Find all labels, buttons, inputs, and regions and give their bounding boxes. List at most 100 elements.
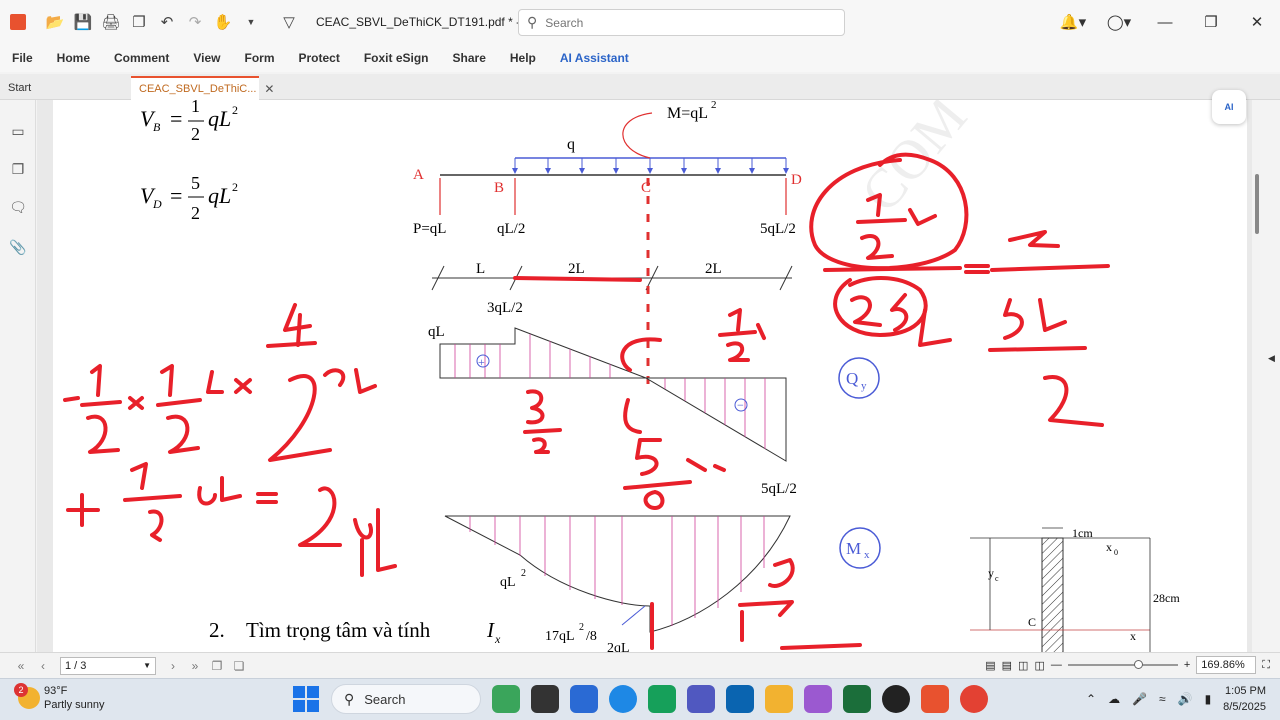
svg-text:2: 2 [191,203,200,223]
onedrive-icon[interactable]: ☁ [1108,692,1120,706]
weather-sun-icon: 2 [14,683,40,709]
chrome-app-icon[interactable] [960,685,988,713]
restore-button[interactable]: ❐ [1188,0,1234,44]
calendar-app-icon[interactable] [648,685,676,713]
menu-home[interactable]: Home [57,51,90,65]
minimize-button[interactable]: — [1142,0,1188,44]
hand-tool-icon[interactable]: ✋ [214,13,233,31]
section-heading: 2. Tìm trọng tâm và tính I x [209,618,501,646]
attachment-icon[interactable]: 📎 [9,238,26,256]
taskbar-search[interactable]: ⚲ Search [331,684,481,714]
save-icon[interactable]: 💾 [74,13,93,31]
zoom-out-icon[interactable]: — [1051,659,1062,671]
tab-document[interactable]: CEAC_SBVL_DeThiC... ✕ [131,76,274,100]
menu-file[interactable]: File [12,51,33,65]
teams-app-icon[interactable] [687,685,715,713]
zoom-in-icon[interactable]: + [1184,659,1190,671]
clock[interactable]: 1:05 PM 8/5/2025 [1223,683,1266,715]
zoom-slider-knob[interactable] [1133,660,1143,669]
outlook-app-icon[interactable] [726,685,754,713]
page-number-field[interactable]: 1 / 3 ▼ [60,656,156,675]
svg-text:2L: 2L [568,261,585,277]
chevron-up-icon[interactable]: ⌃ [1086,692,1096,706]
search-box[interactable]: ⚲ [518,9,845,36]
extract-page-icon[interactable]: ❐ [206,659,228,673]
redo-icon[interactable]: ↷ [186,13,204,31]
undo-icon[interactable]: ↶ [158,13,176,31]
volume-icon[interactable]: 🔊 [1178,692,1193,706]
facing-view-icon[interactable]: ◫ [1018,659,1028,672]
ai-assistant-button[interactable]: AI [1212,90,1246,124]
widgets-app-icon[interactable] [492,685,520,713]
menu-view[interactable]: View [193,51,220,65]
svg-text:=: = [170,183,182,208]
svg-text:qL: qL [208,183,231,208]
task-view-icon[interactable] [531,685,559,713]
menu-help[interactable]: Help [510,51,536,65]
svg-text:2L: 2L [705,261,722,277]
svg-text:COM: COM [850,100,980,224]
menu-share[interactable]: Share [453,51,486,65]
svg-text:qL/2: qL/2 [497,221,525,237]
search-icon: ⚲ [344,690,355,707]
close-tab-icon[interactable]: ✕ [264,82,274,96]
edge-browser-icon[interactable] [609,685,637,713]
next-page-icon[interactable]: › [162,659,184,673]
menu-foxit-esign[interactable]: Foxit eSign [364,51,429,65]
svg-text:M=qL: M=qL [667,105,708,122]
customize-toolbar-icon[interactable]: ▽ [280,13,298,31]
first-page-icon[interactable]: « [10,659,32,673]
svg-text:x: x [864,549,870,561]
svg-text:+: + [478,355,485,369]
menu-form[interactable]: Form [245,51,275,65]
comments-icon[interactable]: 🗨 [9,198,27,216]
open-folder-icon[interactable]: 📂 [46,13,65,31]
scrollbar-thumb[interactable] [1255,174,1259,234]
clock-time: 1:05 PM [1225,685,1266,697]
single-page-view-icon[interactable]: ▤ [985,659,995,672]
search-input[interactable] [545,15,816,30]
rotate-page-icon[interactable]: ❏ [228,659,250,673]
pdf-page: COM V B = 1 2 qL 2 V D = 5 2 qL 2 q A B … [53,100,1247,652]
svg-text:x: x [1106,540,1112,554]
excel-app-icon[interactable] [843,685,871,713]
svg-text:I: I [486,618,495,642]
print-icon[interactable]: 🖨 [101,13,120,31]
copy-icon[interactable]: ❐ [130,13,148,31]
continuous-facing-view-icon[interactable]: ◫ [1034,659,1044,672]
close-button[interactable]: ✕ [1234,0,1280,44]
zoom-level-field[interactable]: 169.86% [1196,656,1257,674]
account-icon[interactable]: ◯▾ [1096,0,1142,44]
collapse-right-panel-icon[interactable]: ◀ [1268,353,1275,364]
pages-icon[interactable]: ❐ [10,160,26,178]
svg-text:y: y [861,380,867,392]
tab-start[interactable]: Start [0,76,130,100]
beam-diagram: q A B C D M=qL 2 P=qL qL/2 5qL/2 L 2L 2L [413,100,802,385]
tab-document-label: CEAC_SBVL_DeThiC... [139,83,257,95]
notification-bell-icon[interactable]: 🔔▾ [1050,0,1096,44]
vscode-app-icon[interactable] [570,685,598,713]
chevron-down-icon[interactable]: ▼ [242,13,260,31]
prev-page-icon[interactable]: ‹ [32,659,54,673]
document-area: COM V B = 1 2 qL 2 V D = 5 2 qL 2 q A B … [37,100,1252,652]
last-page-icon[interactable]: » [184,659,206,673]
copilot-app-icon[interactable] [804,685,832,713]
continuous-view-icon[interactable]: ▤ [1002,659,1012,672]
start-button[interactable] [293,686,319,712]
record-app-icon[interactable] [882,685,910,713]
menu-comment[interactable]: Comment [114,51,169,65]
svg-text:B: B [494,180,504,196]
microphone-icon[interactable]: 🎤 [1132,692,1147,706]
vertical-scrollbar[interactable] [1254,100,1262,652]
zoom-slider[interactable] [1067,660,1178,669]
fullscreen-icon[interactable]: ⛶ [1262,659,1270,672]
file-explorer-icon[interactable] [765,685,793,713]
weather-widget[interactable]: 2 93°F Partly sunny [14,683,105,712]
foxit-app-icon[interactable] [921,685,949,713]
menu-protect[interactable]: Protect [299,51,340,65]
battery-icon[interactable]: ▮ [1205,692,1212,706]
menu-ai-assistant[interactable]: AI Assistant [560,51,629,65]
wifi-icon[interactable]: ≈ [1159,692,1166,706]
svg-text:x: x [494,632,501,646]
bookmark-icon[interactable]: ▭ [10,122,26,140]
